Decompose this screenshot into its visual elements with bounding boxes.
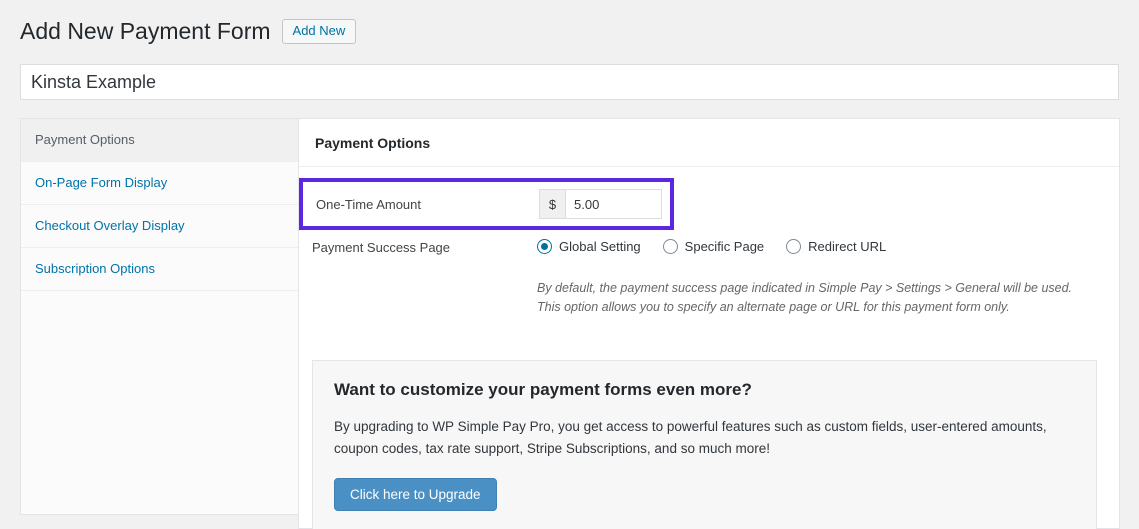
sidebar-item-checkout-overlay-display[interactable]: Checkout Overlay Display — [21, 205, 298, 248]
radio-option-global-setting[interactable]: Global Setting — [537, 239, 641, 254]
sidebar-item-label: On-Page Form Display — [35, 175, 168, 190]
upgrade-promo-box: Want to customize your payment forms eve… — [312, 360, 1097, 529]
payment-success-page-row: Payment Success Page Global Setting Spec… — [312, 239, 1112, 255]
one-time-amount-input-group: $ — [539, 189, 662, 219]
panel-heading-divider — [299, 166, 1119, 167]
admin-page: Add New Payment Form Add New Payment Opt… — [0, 0, 1139, 529]
form-title-field-wrapper — [20, 64, 1119, 100]
page-header: Add New Payment Form Add New — [20, 16, 357, 46]
description-line-1: By default, the payment success page ind… — [537, 281, 1073, 295]
radio-label: Redirect URL — [808, 239, 887, 254]
page-title: Add New Payment Form — [20, 18, 271, 44]
upgrade-button[interactable]: Click here to Upgrade — [334, 478, 497, 511]
radio-option-redirect-url[interactable]: Redirect URL — [786, 239, 886, 254]
settings-main-panel: Payment Options One-Time Amount $ Paymen… — [298, 118, 1120, 529]
sidebar-item-subscription-options[interactable]: Subscription Options — [21, 248, 298, 291]
radio-label: Specific Page — [684, 239, 765, 254]
promo-body-text: By upgrading to WP Simple Pay Pro, you g… — [334, 419, 1047, 456]
payment-success-page-label: Payment Success Page — [312, 240, 451, 255]
description-line-2: This option allows you to specify an alt… — [537, 300, 1010, 314]
add-new-button[interactable]: Add New — [281, 18, 357, 44]
radio-icon — [786, 239, 802, 254]
sidebar-item-label: Payment Options — [35, 132, 135, 147]
settings-panels: Payment Options On-Page Form Display Che… — [20, 118, 1120, 529]
form-title-input[interactable] — [20, 64, 1119, 100]
one-time-amount-input[interactable] — [565, 189, 662, 219]
radio-icon — [662, 239, 678, 254]
radio-icon — [537, 239, 552, 254]
payment-success-page-description: By default, the payment success page ind… — [537, 279, 1097, 317]
sidebar-item-label: Checkout Overlay Display — [35, 218, 185, 233]
settings-sidebar: Payment Options On-Page Form Display Che… — [20, 118, 298, 515]
radio-option-specific-page[interactable]: Specific Page — [662, 239, 765, 254]
sidebar-item-payment-options[interactable]: Payment Options — [21, 119, 298, 162]
currency-symbol-addon: $ — [539, 189, 565, 219]
panel-heading: Payment Options — [315, 135, 431, 151]
one-time-amount-label: One-Time Amount — [316, 196, 422, 212]
promo-title: Want to customize your payment forms eve… — [334, 380, 752, 399]
payment-success-page-radio-group: Global Setting Specific Page Redirect UR… — [537, 239, 886, 254]
sidebar-item-label: Subscription Options — [35, 261, 155, 276]
sidebar-item-on-page-form-display[interactable]: On-Page Form Display — [21, 162, 298, 205]
radio-label: Global Setting — [559, 239, 641, 254]
one-time-amount-row-highlight: One-Time Amount $ — [299, 178, 674, 230]
